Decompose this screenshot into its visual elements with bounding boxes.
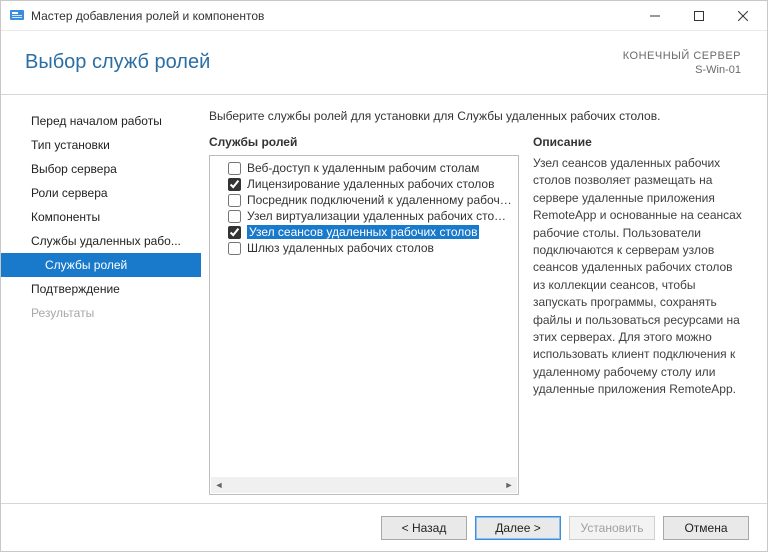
page-heading: Выбор служб ролей bbox=[25, 51, 623, 74]
description-heading: Описание bbox=[533, 135, 745, 149]
nav-step[interactable]: Перед началом работы bbox=[1, 109, 201, 133]
wizard-nav: Перед началом работыТип установкиВыбор с… bbox=[1, 95, 201, 503]
server-manager-icon bbox=[9, 8, 25, 24]
maximize-button[interactable] bbox=[677, 2, 721, 30]
roles-heading: Службы ролей bbox=[209, 135, 519, 149]
nav-step[interactable]: Службы удаленных рабо... bbox=[1, 229, 201, 253]
horizontal-scrollbar[interactable]: ◄ ► bbox=[211, 477, 517, 493]
role-item[interactable]: Узел виртуализации удаленных рабочих сто… bbox=[210, 208, 518, 224]
cancel-button[interactable]: Отмена bbox=[663, 516, 749, 540]
role-checkbox[interactable] bbox=[228, 210, 241, 223]
wizard-footer: < Назад Далее > Установить Отмена bbox=[1, 503, 767, 551]
destination-name: S-Win-01 bbox=[623, 64, 741, 76]
instruction-text: Выберите службы ролей для установки для … bbox=[209, 109, 745, 123]
role-item[interactable]: Посредник подключений к удаленному рабоч… bbox=[210, 192, 518, 208]
roles-listbox[interactable]: Веб-доступ к удаленным рабочим столам Лиц… bbox=[209, 155, 519, 495]
role-label: Лицензирование удаленных рабочих столов bbox=[247, 177, 494, 191]
role-checkbox[interactable] bbox=[228, 194, 241, 207]
nav-step: Результаты bbox=[1, 301, 201, 325]
role-item[interactable]: Лицензирование удаленных рабочих столов bbox=[210, 176, 518, 192]
role-label: Посредник подключений к удаленному рабоч… bbox=[247, 193, 512, 207]
destination-label: КОНЕЧНЫЙ СЕРВЕР bbox=[623, 50, 741, 62]
window-title: Мастер добавления ролей и компонентов bbox=[31, 9, 264, 23]
wizard-content: Выберите службы ролей для установки для … bbox=[201, 95, 767, 503]
role-checkbox[interactable] bbox=[228, 162, 241, 175]
titlebar: Мастер добавления ролей и компонентов bbox=[1, 1, 767, 31]
role-checkbox[interactable] bbox=[228, 242, 241, 255]
scroll-right-arrow-icon[interactable]: ► bbox=[501, 477, 517, 493]
install-button[interactable]: Установить bbox=[569, 516, 655, 540]
role-item[interactable]: Шлюз удаленных рабочих столов bbox=[210, 240, 518, 256]
next-button[interactable]: Далее > bbox=[475, 516, 561, 540]
wizard-header: Выбор служб ролей КОНЕЧНЫЙ СЕРВЕР S-Win-… bbox=[1, 31, 767, 95]
role-item[interactable]: Веб-доступ к удаленным рабочим столам bbox=[210, 160, 518, 176]
scroll-left-arrow-icon[interactable]: ◄ bbox=[211, 477, 227, 493]
description-text: Узел сеансов удаленных рабочих столов по… bbox=[533, 155, 745, 398]
role-checkbox[interactable] bbox=[228, 226, 241, 239]
role-item[interactable]: Узел сеансов удаленных рабочих столов bbox=[210, 224, 518, 240]
back-button[interactable]: < Назад bbox=[381, 516, 467, 540]
nav-step[interactable]: Роли сервера bbox=[1, 181, 201, 205]
role-label: Узел сеансов удаленных рабочих столов bbox=[247, 225, 479, 239]
nav-step[interactable]: Подтверждение bbox=[1, 277, 201, 301]
destination-server: КОНЕЧНЫЙ СЕРВЕР S-Win-01 bbox=[623, 50, 741, 76]
nav-step[interactable]: Компоненты bbox=[1, 205, 201, 229]
role-label: Узел виртуализации удаленных рабочих сто… bbox=[247, 209, 512, 223]
role-label: Веб-доступ к удаленным рабочим столам bbox=[247, 161, 479, 175]
wizard-body: Перед началом работыТип установкиВыбор с… bbox=[1, 95, 767, 503]
close-button[interactable] bbox=[721, 2, 765, 30]
minimize-button[interactable] bbox=[633, 2, 677, 30]
nav-step[interactable]: Службы ролей bbox=[1, 253, 201, 277]
nav-step[interactable]: Тип установки bbox=[1, 133, 201, 157]
role-checkbox[interactable] bbox=[228, 178, 241, 191]
nav-step[interactable]: Выбор сервера bbox=[1, 157, 201, 181]
role-label: Шлюз удаленных рабочих столов bbox=[247, 241, 434, 255]
